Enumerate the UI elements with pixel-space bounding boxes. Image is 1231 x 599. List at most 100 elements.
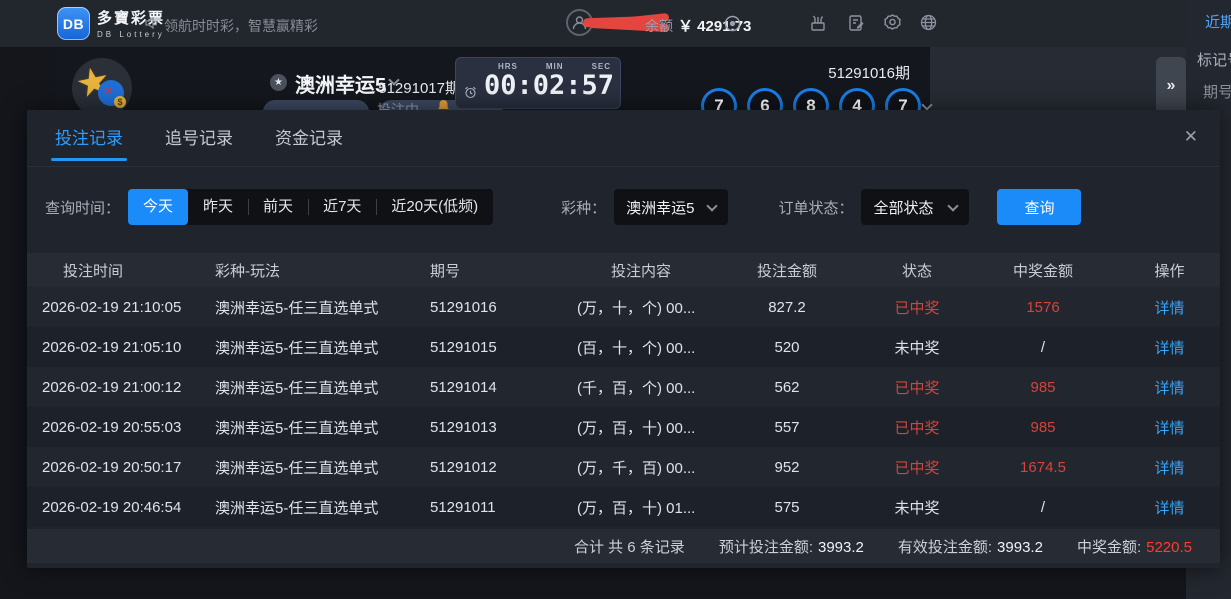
cell-bet-content: (千，百，个) 00... bbox=[575, 377, 707, 398]
cell-issue: 51291011 bbox=[427, 499, 575, 516]
time-filter-option[interactable]: 昨天 bbox=[188, 189, 248, 225]
tab-1[interactable]: 投注记录 bbox=[55, 110, 123, 167]
valid-amount: 有效投注金额:3993.2 bbox=[898, 536, 1043, 557]
tab-3[interactable]: 资金记录 bbox=[275, 110, 343, 167]
cell-bet-amount: 952 bbox=[707, 459, 867, 476]
column-header: 状态 bbox=[867, 260, 967, 281]
db-logo[interactable]: DB bbox=[57, 7, 90, 40]
time-filter-option[interactable]: 今天 bbox=[128, 189, 188, 225]
globe-icon[interactable] bbox=[919, 13, 938, 32]
cell-bet-content: (万，百，十) 01... bbox=[575, 497, 707, 518]
cell-status: 已中奖 bbox=[867, 457, 967, 478]
cell-bet-amount: 557 bbox=[707, 419, 867, 436]
cell-bet-content: (万，百，十) 00... bbox=[575, 417, 707, 438]
column-header: 投注时间 bbox=[27, 260, 212, 281]
eye-icon[interactable] bbox=[724, 15, 741, 32]
order-status-value: 全部状态 bbox=[873, 197, 933, 218]
order-status-select[interactable]: 全部状态 bbox=[861, 189, 969, 225]
column-header: 操作 bbox=[1119, 260, 1220, 281]
table-row: 2026-02-19 21:10:05澳洲幸运5-任三直选单式51291016(… bbox=[27, 287, 1220, 327]
cell-status: 已中奖 bbox=[867, 417, 967, 438]
recent-draws-link[interactable]: 近期 bbox=[1205, 11, 1231, 32]
balance-label: 余额 bbox=[645, 16, 673, 36]
speaker-icon bbox=[144, 15, 160, 31]
column-header: 投注内容 bbox=[575, 260, 707, 281]
filter-bar: 查询时间： 今天昨天前天近7天近20天(低频) 彩种： 澳洲幸运5 订单状态： … bbox=[27, 189, 1220, 225]
cell-prize: / bbox=[967, 339, 1119, 356]
cell-bet-time: 2026-02-19 20:46:54 bbox=[27, 499, 212, 516]
cell-bet-content: (百，十，个) 00... bbox=[575, 337, 707, 358]
betting-records-modal: 投注记录追号记录资金记录 ✕ 查询时间： 今天昨天前天近7天近20天(低频) 彩种… bbox=[27, 110, 1220, 568]
mark-number-label: 标记号 bbox=[1197, 49, 1231, 70]
record-count: 合计 共 6 条记录 bbox=[574, 536, 685, 557]
cell-bet-time: 2026-02-19 20:50:17 bbox=[27, 459, 212, 476]
summary-bar: 合计 共 6 条记录 预计投注金额:3993.2 有效投注金额:3993.2 中… bbox=[27, 529, 1220, 563]
details-link[interactable]: 详情 bbox=[1119, 417, 1220, 438]
close-icon[interactable]: ✕ bbox=[1184, 127, 1198, 147]
table-row: 2026-02-19 21:00:12澳洲幸运5-任三直选单式51291014(… bbox=[27, 367, 1220, 407]
cell-play-type: 澳洲幸运5-任三直选单式 bbox=[212, 297, 427, 318]
lottery-select-value: 澳洲幸运5 bbox=[626, 197, 694, 218]
query-button[interactable]: 查询 bbox=[997, 189, 1081, 225]
coin-icon: $ bbox=[114, 96, 126, 108]
table-row: 2026-02-19 20:46:54澳洲幸运5-任三直选单式51291011(… bbox=[27, 487, 1220, 527]
cell-bet-content: (万，十，个) 00... bbox=[575, 297, 707, 318]
cell-bet-time: 2026-02-19 20:55:03 bbox=[27, 419, 212, 436]
column-header: 投注金额 bbox=[707, 260, 867, 281]
column-header: 彩种-玩法 bbox=[212, 260, 427, 281]
cell-issue: 51291016 bbox=[427, 299, 575, 316]
table-body: 2026-02-19 21:10:05澳洲幸运5-任三直选单式51291016(… bbox=[27, 287, 1220, 527]
tab-2[interactable]: 追号记录 bbox=[165, 110, 233, 167]
table-row: 2026-02-19 20:50:17澳洲幸运5-任三直选单式51291012(… bbox=[27, 447, 1220, 487]
cell-status: 已中奖 bbox=[867, 297, 967, 318]
column-header: 期号 bbox=[427, 260, 575, 281]
chevron-down-icon bbox=[948, 200, 959, 211]
cell-bet-content: (万，千，百) 00... bbox=[575, 457, 707, 478]
brand-subtitle: DB Lottery bbox=[97, 30, 165, 39]
details-link[interactable]: 详情 bbox=[1119, 297, 1220, 318]
time-filter-option[interactable]: 近20天(低频) bbox=[376, 189, 493, 225]
order-status-label: 订单状态： bbox=[778, 197, 853, 218]
cell-bet-amount: 575 bbox=[707, 499, 867, 516]
pen-holder-icon[interactable] bbox=[808, 13, 828, 33]
cell-prize: 1674.5 bbox=[967, 459, 1119, 476]
modal-tabs: 投注记录追号记录资金记录 ✕ bbox=[27, 110, 1220, 167]
cell-bet-time: 2026-02-19 21:10:05 bbox=[27, 299, 212, 316]
last-issue: 51291016期 bbox=[815, 62, 910, 83]
game-badge-icon: ★ bbox=[270, 74, 287, 91]
cell-prize: 985 bbox=[967, 419, 1119, 436]
cell-bet-time: 2026-02-19 21:00:12 bbox=[27, 379, 212, 396]
time-filter-option[interactable]: 前天 bbox=[248, 189, 308, 225]
cell-status: 已中奖 bbox=[867, 377, 967, 398]
cell-prize: / bbox=[967, 499, 1119, 516]
edit-note-icon[interactable] bbox=[846, 13, 866, 33]
details-link[interactable]: 详情 bbox=[1119, 337, 1220, 358]
time-filter-option[interactable]: 近7天 bbox=[308, 189, 376, 225]
cell-prize: 985 bbox=[967, 379, 1119, 396]
table-row: 2026-02-19 21:05:10澳洲幸运5-任三直选单式51291015(… bbox=[27, 327, 1220, 367]
details-link[interactable]: 详情 bbox=[1119, 497, 1220, 518]
cell-bet-amount: 562 bbox=[707, 379, 867, 396]
top-header: DB 多寶彩票 DB Lottery 领航时时彩，智慧赢精彩 余额 ￥ 4291… bbox=[0, 0, 1231, 47]
cell-play-type: 澳洲幸运5-任三直选单式 bbox=[212, 457, 427, 478]
details-link[interactable]: 详情 bbox=[1119, 377, 1220, 398]
time-filter-group: 今天昨天前天近7天近20天(低频) bbox=[128, 189, 493, 225]
cell-issue: 51291012 bbox=[427, 459, 575, 476]
table-header-row: 投注时间彩种-玩法期号投注内容投注金额状态中奖金额操作 bbox=[27, 253, 1220, 287]
time-filter-label: 查询时间： bbox=[45, 197, 120, 218]
gear-icon[interactable] bbox=[883, 13, 902, 32]
column-header: 中奖金额 bbox=[967, 260, 1119, 281]
issue-number-label: 期号 bbox=[1203, 81, 1231, 102]
cell-status: 未中奖 bbox=[867, 337, 967, 358]
countdown-panel: HRS MIN SEC 00:02:57 bbox=[455, 57, 621, 109]
total-prize: 中奖金额:5220.5 bbox=[1077, 536, 1192, 557]
cell-issue: 51291015 bbox=[427, 339, 575, 356]
chevron-down-icon bbox=[707, 200, 718, 211]
cell-prize: 1576 bbox=[967, 299, 1119, 316]
details-link[interactable]: 详情 bbox=[1119, 457, 1220, 478]
cell-play-type: 澳洲幸运5-任三直选单式 bbox=[212, 337, 427, 358]
table-row: 2026-02-19 20:55:03澳洲幸运5-任三直选单式51291013(… bbox=[27, 407, 1220, 447]
lottery-select[interactable]: 澳洲幸运5 bbox=[614, 189, 728, 225]
expand-panel-button[interactable]: » bbox=[1156, 57, 1186, 115]
current-issue: 51291017期 bbox=[370, 77, 460, 98]
